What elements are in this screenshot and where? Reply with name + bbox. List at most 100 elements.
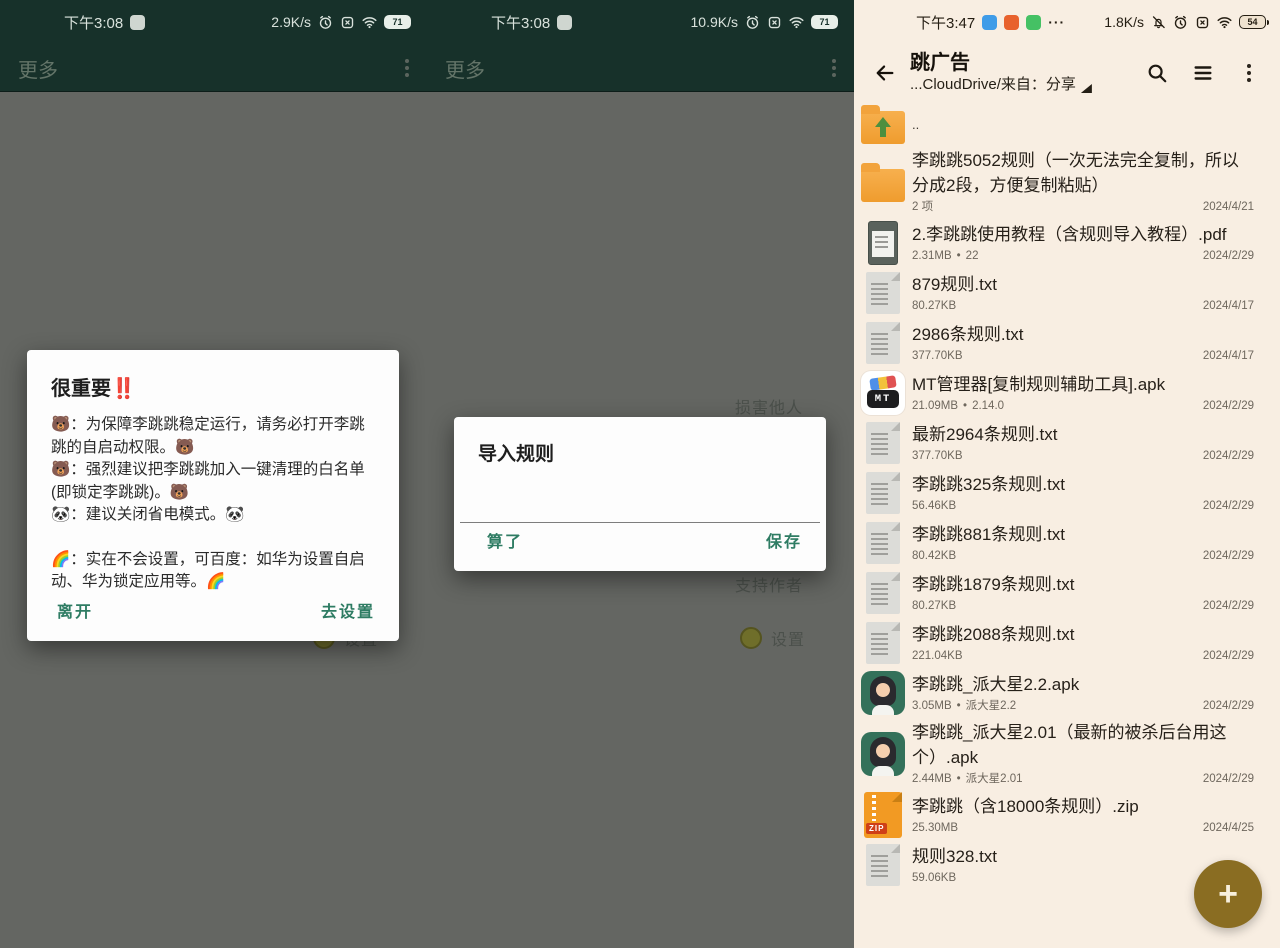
file-row[interactable]: 879规则.txt 80.27KB 2024/4/17 <box>854 268 1280 318</box>
more-notifications-indicator: ··· <box>1048 14 1065 30</box>
file-meta: 3.05MB • 派大星2.2 2024/2/29 <box>912 698 1254 715</box>
no-sim-icon <box>340 15 355 30</box>
file-size: 80.27KB <box>912 298 956 315</box>
search-icon[interactable] <box>1138 54 1176 92</box>
file-size: 3.05MB <box>912 698 952 715</box>
dialog-body: 🐻：为保障李跳跳稳定运行，请务必打开李跳跳的自启动权限。🐻🐻：强烈建议把李跳跳加… <box>51 414 375 594</box>
file-date: 2024/2/29 <box>1203 498 1254 515</box>
file-row[interactable]: MT MT管理器[复制规则辅助工具].apk 21.09MB • 2.14.0 … <box>854 368 1280 418</box>
statusbar: 下午3:08 10.9K/s 71 <box>427 0 854 44</box>
file-row[interactable]: 2986条规则.txt 377.70KB 2024/4/17 <box>854 318 1280 368</box>
file-date: 2024/4/17 <box>1203 298 1254 315</box>
file-row[interactable]: 最新2964条规则.txt 377.70KB 2024/2/29 <box>854 418 1280 468</box>
folder-title: 跳广告 <box>910 52 970 74</box>
leave-button[interactable]: 离开 <box>57 598 93 622</box>
overflow-menu-icon[interactable] <box>832 59 836 77</box>
notification-app-icon-orange <box>1004 15 1019 30</box>
no-sim-icon <box>1195 15 1210 30</box>
file-date: 2024/2/29 <box>1203 448 1254 465</box>
path-dropdown-caret-icon <box>1081 84 1092 93</box>
mute-bell-icon <box>1151 15 1166 30</box>
file-size: 21.09MB <box>912 398 958 415</box>
background-item-2: 支持作者 <box>735 572 803 596</box>
battery-indicator: 71 <box>811 15 838 29</box>
file-row[interactable]: 2.李跳跳使用教程（含规则导入教程）.pdf 2.31MB • 22 2024/… <box>854 218 1280 268</box>
file-date: 2024/2/29 <box>1203 771 1254 788</box>
file-name: 李跳跳_派大星2.2.apk <box>912 672 1254 697</box>
screenshot-root: 下午3:08 2.9K/s 71 更多 设置 <box>0 0 1280 948</box>
network-speed: 10.9K/s <box>691 14 738 30</box>
clock: 下午3:47 <box>916 12 975 33</box>
file-meta: 80.27KB 2024/2/29 <box>912 598 1254 615</box>
file-date: 2024/4/17 <box>1203 348 1254 365</box>
back-arrow-icon[interactable] <box>868 56 902 90</box>
text-file-icon <box>866 472 900 514</box>
notification-app-icon <box>130 15 145 30</box>
file-row[interactable]: .. <box>854 102 1280 146</box>
file-row[interactable]: 李跳跳2088条规则.txt 221.04KB 2024/2/29 <box>854 618 1280 668</box>
notification-app-icon <box>557 15 572 30</box>
file-size: 221.04KB <box>912 648 963 665</box>
settings-row-background: 设置 <box>740 626 805 650</box>
go-to-settings-button[interactable]: 去设置 <box>321 598 375 622</box>
file-extra: 派大星2.2 <box>966 698 1017 715</box>
file-name: 李跳跳5052规则（一次无法完全复制，所以分成2段，方便复制粘贴） <box>912 148 1254 198</box>
file-name: 2.李跳跳使用教程（含规则导入教程）.pdf <box>912 222 1254 247</box>
appbar-file-manager: 跳广告 ...CloudDrive/来自：分享 <box>854 44 1280 102</box>
file-name: 2986条规则.txt <box>912 322 1254 347</box>
file-size: 377.70KB <box>912 448 963 465</box>
appbar-more: 更多 <box>427 44 854 92</box>
text-file-icon <box>866 322 900 364</box>
file-extra: 2.14.0 <box>972 398 1004 415</box>
notification-app-icon-blue <box>982 15 997 30</box>
top-chrome: 下午3:08 10.9K/s 71 更多 <box>427 0 854 92</box>
import-rules-dialog: 导入规则 算了 保存 <box>454 417 826 571</box>
statusbar: 下午3:47 ··· 1.8K/s 54 <box>854 0 1280 44</box>
file-row[interactable]: 李跳跳325条规则.txt 56.46KB 2024/2/29 <box>854 468 1280 518</box>
no-sim-icon <box>767 15 782 30</box>
network-speed: 2.9K/s <box>271 14 311 30</box>
dismiss-button[interactable]: 算了 <box>487 528 523 552</box>
file-meta: 2.44MB • 派大星2.01 2024/2/29 <box>912 771 1254 788</box>
overflow-menu-icon[interactable] <box>1230 54 1268 92</box>
breadcrumb-path: ...CloudDrive/来自：分享 <box>910 75 1076 95</box>
alarm-icon <box>1173 15 1188 30</box>
notification-app-icon-green <box>1026 15 1041 30</box>
litiaotiao-apk-icon <box>861 732 905 776</box>
text-file-icon <box>866 422 900 464</box>
zip-archive-icon: ZIP <box>864 792 902 838</box>
folder-up-icon <box>861 111 905 144</box>
litiaotiao-apk-icon <box>861 671 905 715</box>
file-row[interactable]: ZIP 李跳跳（含18000条规则）.zip 25.30MB 2024/4/25 <box>854 790 1280 840</box>
settings-coin-icon <box>740 627 762 649</box>
view-list-icon[interactable] <box>1184 54 1222 92</box>
dialog-title: 很重要‼️ <box>51 372 375 401</box>
wifi-icon <box>789 15 804 30</box>
file-row[interactable]: 李跳跳5052规则（一次无法完全复制，所以分成2段，方便复制粘贴） 2 项 20… <box>854 146 1280 218</box>
save-button[interactable]: 保存 <box>766 528 802 552</box>
file-row[interactable]: 李跳跳881条规则.txt 80.42KB 2024/2/29 <box>854 518 1280 568</box>
file-meta: 80.42KB 2024/2/29 <box>912 548 1254 565</box>
file-meta: 2 项 2024/4/21 <box>912 199 1254 216</box>
file-size: 2.31MB <box>912 248 952 265</box>
battery-indicator: 71 <box>384 15 411 29</box>
file-row[interactable]: 李跳跳_派大星2.01（最新的被杀后台用这个）.apk 2.44MB • 派大星… <box>854 718 1280 790</box>
page-title: 更多 <box>18 54 58 83</box>
file-meta: 25.30MB 2024/4/25 <box>912 820 1254 837</box>
overflow-menu-icon[interactable] <box>405 59 409 77</box>
file-name: MT管理器[复制规则辅助工具].apk <box>912 372 1254 397</box>
file-meta: 221.04KB 2024/2/29 <box>912 648 1254 665</box>
wifi-icon <box>362 15 377 30</box>
file-date: 2024/2/29 <box>1203 548 1254 565</box>
file-size: 2 项 <box>912 199 933 216</box>
file-date: 2024/4/21 <box>1203 199 1254 216</box>
title-block[interactable]: 跳广告 ...CloudDrive/来自：分享 <box>910 51 1138 95</box>
dialog-title: 导入规则 <box>478 439 802 466</box>
add-fab-button[interactable]: + <box>1194 860 1262 928</box>
clock: 下午3:08 <box>491 12 550 33</box>
file-row[interactable]: 李跳跳_派大星2.2.apk 3.05MB • 派大星2.2 2024/2/29 <box>854 668 1280 718</box>
panel-left-more-screen: 下午3:08 2.9K/s 71 更多 设置 <box>0 0 427 948</box>
file-size: 80.42KB <box>912 548 956 565</box>
file-name: 李跳跳（含18000条规则）.zip <box>912 794 1254 819</box>
file-row[interactable]: 李跳跳1879条规则.txt 80.27KB 2024/2/29 <box>854 568 1280 618</box>
